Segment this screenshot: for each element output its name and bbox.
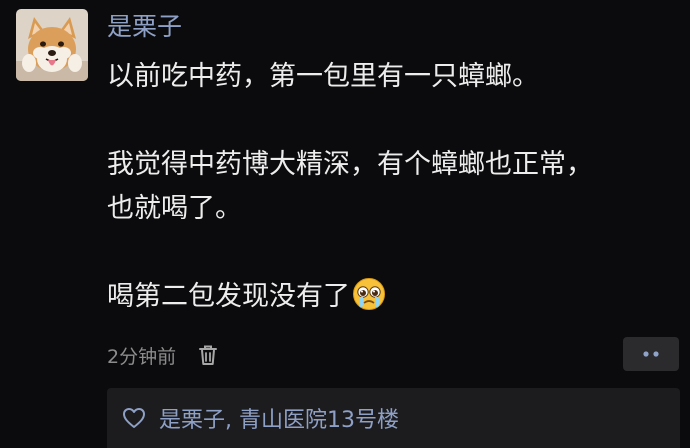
timestamp: 2分钟前 [107, 345, 177, 368]
post-text-line-3: 也就喝了。 [107, 193, 242, 224]
post-text-line-2: 我觉得中药博大精深，有个蟑螂也正常， [107, 149, 593, 180]
shiba-dog-avatar-icon [16, 9, 88, 81]
crying-face-emoji-icon [352, 277, 386, 325]
heart-outline-icon [121, 406, 147, 430]
likes-names[interactable]: 是栗子, 青山医院13号楼 [159, 402, 399, 434]
username-link[interactable]: 是栗子 [107, 10, 182, 44]
likes-bar: 是栗子, 青山医院13号楼 [107, 388, 680, 448]
post-meta: 2分钟前 [107, 337, 220, 373]
more-actions-button[interactable] [623, 337, 679, 371]
moment-post: 是栗子 以前吃中药，第一包里有一只蟑螂。 我觉得中药博大精深，有个蟑螂也正常， … [0, 0, 690, 448]
post-content: 以前吃中药，第一包里有一只蟑螂。 我觉得中药博大精深，有个蟑螂也正常， 也就喝了… [107, 55, 677, 325]
more-dots-icon [643, 351, 659, 357]
delete-button[interactable] [196, 342, 220, 368]
post-text-line-4: 喝第二包发现没有了 [107, 275, 677, 325]
trash-icon [199, 345, 218, 365]
post-text-line-1: 以前吃中药，第一包里有一只蟑螂。 [107, 61, 539, 92]
post-text-line-4-text: 喝第二包发现没有了 [107, 281, 350, 312]
avatar[interactable] [16, 9, 88, 81]
